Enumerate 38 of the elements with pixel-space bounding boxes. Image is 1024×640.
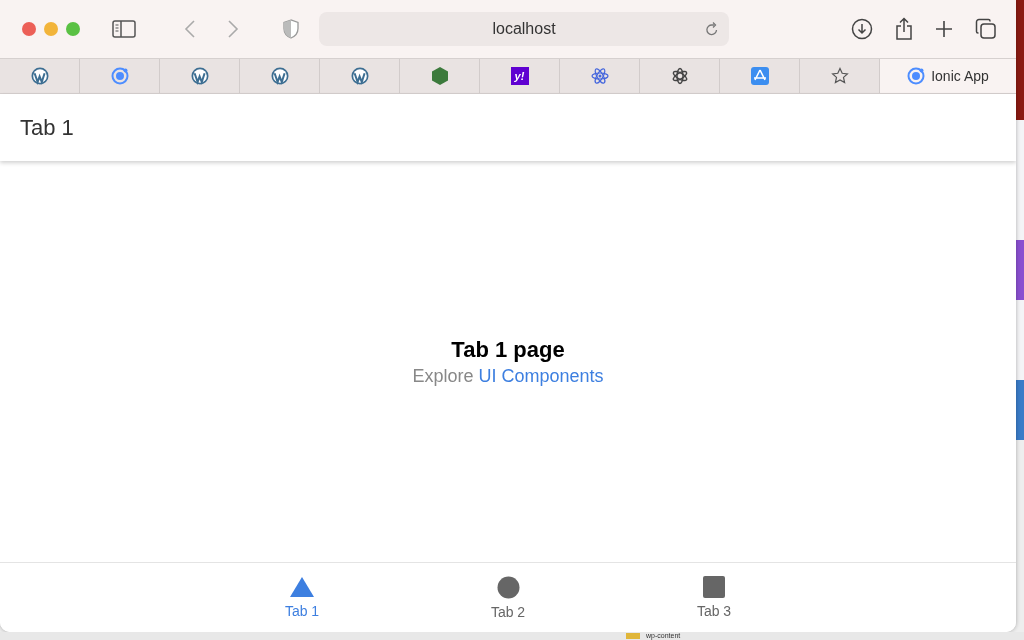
address-text: localhost [492, 20, 556, 38]
address-field[interactable]: localhost [319, 12, 729, 46]
forward-icon[interactable] [227, 19, 239, 39]
ring-icon [907, 67, 926, 85]
yahoo-icon: y! [510, 67, 529, 85]
square-icon [703, 576, 725, 598]
zoom-button[interactable] [66, 22, 80, 36]
hexagon-icon [431, 67, 448, 85]
app-store-icon [750, 67, 769, 85]
browser-tab[interactable]: Ionic App [880, 59, 1016, 93]
share-icon[interactable] [895, 17, 913, 41]
ring-icon [110, 67, 129, 85]
folder-icon [626, 633, 640, 639]
tab-button[interactable]: Tab 2 [405, 563, 611, 632]
atom-icon [670, 67, 689, 85]
explore-text: Explore [412, 365, 474, 386]
triangle-icon [289, 576, 315, 598]
header-title: Tab 1 [20, 114, 74, 141]
tab-button[interactable]: Tab 1 [199, 563, 405, 632]
atom-icon [590, 67, 609, 85]
reload-icon[interactable] [705, 21, 719, 37]
new-tab-icon[interactable] [935, 20, 953, 38]
star-icon [830, 67, 849, 85]
wordpress-icon [30, 67, 49, 85]
wordpress-icon [350, 67, 369, 85]
close-button[interactable] [22, 22, 36, 36]
tab-button[interactable]: Tab 3 [611, 563, 817, 632]
sidebar-icon[interactable] [112, 20, 136, 38]
wordpress-icon [270, 67, 289, 85]
browser-tab[interactable]: y! [480, 59, 560, 93]
circle-icon [496, 575, 520, 599]
back-icon[interactable] [184, 19, 196, 39]
tabs-overview-icon[interactable] [975, 18, 997, 40]
wordpress-icon [190, 67, 209, 85]
shield-icon[interactable] [283, 19, 299, 39]
download-icon[interactable] [851, 18, 873, 40]
page-title: Tab 1 page [451, 335, 565, 364]
components-link[interactable]: UI Components [478, 365, 604, 386]
